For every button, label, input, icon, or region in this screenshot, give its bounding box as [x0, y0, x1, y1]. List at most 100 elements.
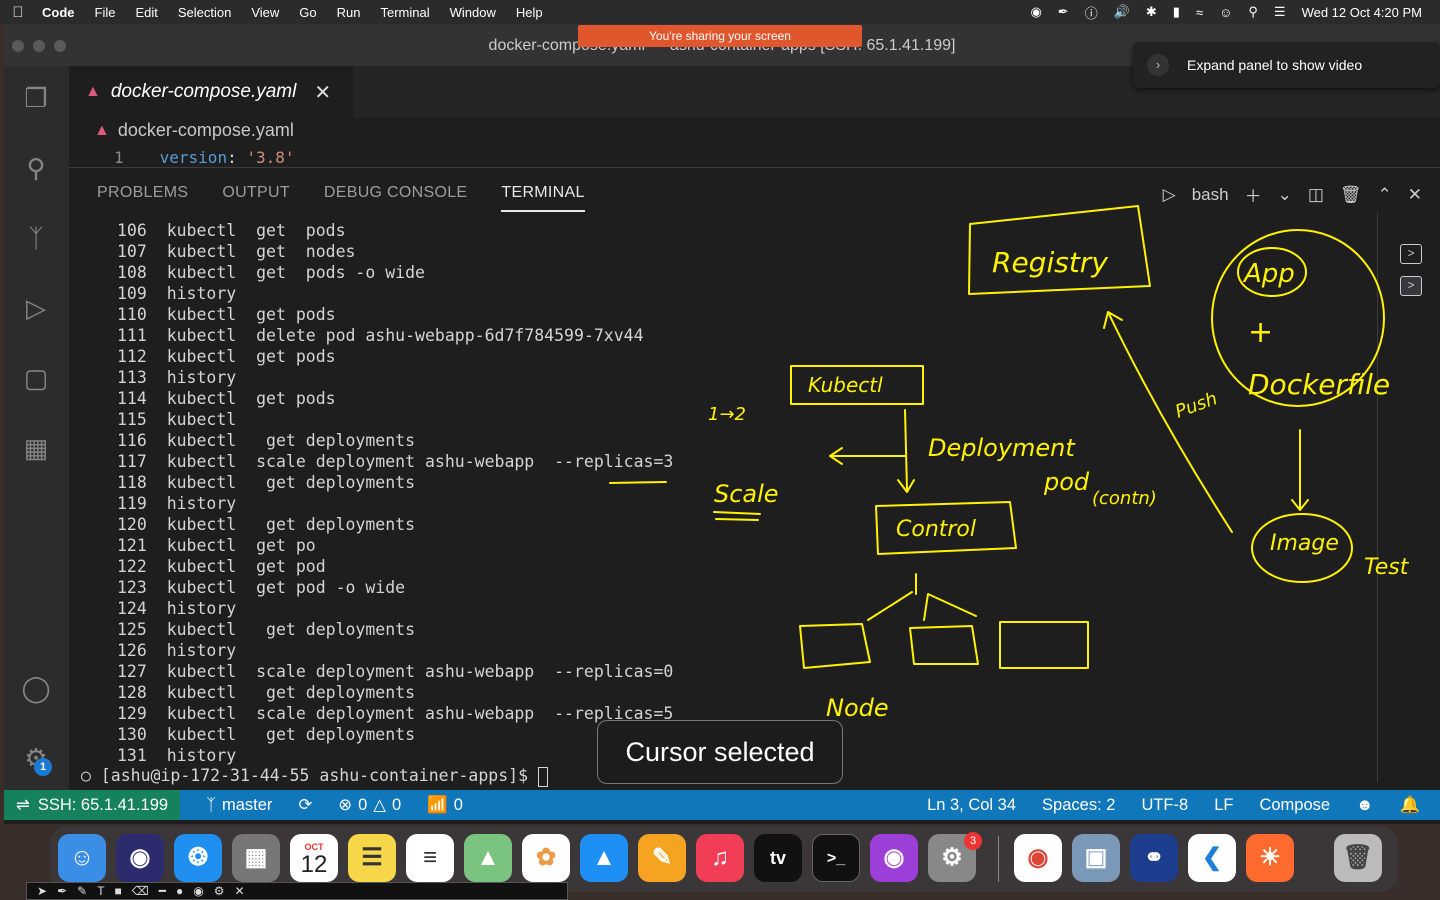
terminal-instance-1[interactable]: >	[1400, 244, 1422, 264]
encoding[interactable]: UTF-8	[1141, 796, 1188, 815]
notifications-bell-icon[interactable]: 🔔	[1399, 796, 1420, 815]
pages-icon[interactable]: ✎	[638, 834, 686, 882]
terminal-output[interactable]: 106 kubectl get pods 107 kubectl get node…	[117, 220, 673, 766]
music-icon[interactable]: ♫	[696, 834, 744, 882]
tab-terminal[interactable]: TERMINAL	[501, 184, 585, 212]
maps-icon[interactable]: ▲	[464, 834, 512, 882]
code-line-1[interactable]: 1 version: '3.8'	[114, 148, 295, 167]
control-center-icon[interactable]: ☰	[1274, 4, 1286, 20]
indentation[interactable]: Spaces: 2	[1042, 796, 1115, 815]
launchpad-icon[interactable]: ▦	[232, 834, 280, 882]
menu-terminal[interactable]: Terminal	[381, 5, 430, 20]
spotlight-icon[interactable]: ⚲	[1248, 4, 1258, 20]
safari-icon[interactable]: ❂	[174, 834, 222, 882]
explorer-icon[interactable]: ❐	[18, 80, 54, 116]
menu-edit[interactable]: Edit	[135, 5, 157, 20]
vscode-dock-icon[interactable]: ❮	[1188, 834, 1236, 882]
pen-icon[interactable]: ✒	[1058, 4, 1069, 20]
firefox-icon[interactable]: ☀	[1246, 834, 1294, 882]
calendar-icon[interactable]: OCT 12	[290, 834, 338, 882]
ports-indicator[interactable]: 📶 0	[427, 796, 463, 815]
terminal-shell-icon[interactable]: ▷	[1163, 185, 1176, 205]
text-tool-icon[interactable]: T	[97, 884, 104, 898]
menu-view[interactable]: View	[251, 5, 279, 20]
pointer-tool-icon[interactable]: ➤	[37, 884, 47, 898]
settings-tool-icon[interactable]: ⚙	[214, 884, 225, 898]
webex-icon[interactable]: ⚭	[1130, 834, 1178, 882]
bluetooth-icon[interactable]: ✱	[1146, 4, 1157, 20]
info-icon[interactable]: ⓘ	[1085, 3, 1098, 22]
search-icon[interactable]: ⚲	[18, 150, 54, 186]
split-terminal-icon[interactable]: ◫	[1308, 185, 1324, 205]
branch-indicator[interactable]: ᛉ master	[206, 796, 272, 815]
chevron-right-icon[interactable]: ›	[1147, 54, 1169, 76]
menu-app[interactable]: Code	[42, 5, 75, 20]
shape-tool-icon[interactable]: ■	[115, 884, 122, 898]
tab-problems[interactable]: PROBLEMS	[97, 184, 188, 212]
close-toolbar-icon[interactable]: ✕	[234, 884, 244, 898]
photos-icon[interactable]: ✿	[522, 834, 570, 882]
menu-help[interactable]: Help	[516, 5, 543, 20]
remote-explorer-icon[interactable]: ▢	[18, 360, 54, 396]
close-tab-icon[interactable]: ✕	[314, 80, 331, 105]
minimap[interactable]	[1309, 148, 1429, 164]
terminal-app-icon[interactable]: >_	[812, 834, 860, 882]
close-panel-icon[interactable]: ✕	[1408, 185, 1422, 205]
screen-share-icon[interactable]: ◉	[1030, 4, 1041, 20]
cursor-position[interactable]: Ln 3, Col 34	[927, 796, 1016, 815]
screen-sharing-banner[interactable]: You're sharing your screen	[578, 25, 862, 47]
wifi-icon[interactable]: ≈	[1196, 5, 1203, 20]
terminal-prompt-line[interactable]: ○ [ashu@ip-172-31-44-55 ashu-container-a…	[81, 766, 548, 787]
sync-button[interactable]: ⟳	[298, 795, 312, 815]
preview-icon[interactable]: ▣	[1072, 834, 1120, 882]
pen-tool-icon[interactable]: ✒	[57, 884, 67, 898]
volume-icon[interactable]: 🔊	[1114, 4, 1130, 20]
zoom-window-button[interactable]	[54, 40, 66, 52]
tab-docker-compose[interactable]: ▲ docker-compose.yaml ✕	[69, 66, 353, 118]
trash-icon[interactable]: 🗑	[1340, 185, 1362, 205]
line-tool-icon[interactable]: ━	[159, 884, 166, 898]
apple-icon[interactable]: 	[0, 4, 36, 21]
siri-icon[interactable]: ◉	[116, 834, 164, 882]
user-icon[interactable]: ☺	[1219, 5, 1232, 20]
run-debug-icon[interactable]: ▷	[18, 290, 54, 326]
keynote-icon[interactable]: ▲	[580, 834, 628, 882]
breadcrumb-file[interactable]: docker-compose.yaml	[118, 120, 294, 141]
trash-dock-icon[interactable]: 🗑	[1334, 834, 1382, 882]
reminders-icon[interactable]: ≡	[406, 834, 454, 882]
chrome-icon[interactable]: ◉	[1014, 834, 1062, 882]
spotlight-tool-icon[interactable]: ◉	[193, 884, 203, 898]
menu-go[interactable]: Go	[299, 5, 316, 20]
tab-debug-console[interactable]: DEBUG CONSOLE	[324, 184, 468, 212]
menubar-clock[interactable]: Wed 12 Oct 4:20 PM	[1302, 5, 1422, 20]
minimize-window-button[interactable]	[33, 40, 45, 52]
battery-icon[interactable]: ▮	[1173, 4, 1180, 20]
remote-indicator[interactable]: ⇌ SSH: 65.1.41.199	[4, 790, 181, 820]
notes-icon[interactable]: ☰	[348, 834, 396, 882]
eraser-tool-icon[interactable]: ⌫	[132, 884, 149, 898]
chevron-down-icon[interactable]: ⌄	[1278, 185, 1292, 205]
breadcrumb[interactable]: ▲ docker-compose.yaml	[94, 120, 294, 141]
apple-tv-icon[interactable]: tv	[754, 834, 802, 882]
feedback-icon[interactable]: ☻	[1356, 796, 1373, 815]
terminal-shell-label[interactable]: bash	[1192, 185, 1229, 205]
podcasts-icon[interactable]: ◉	[870, 834, 918, 882]
close-window-button[interactable]	[12, 40, 24, 52]
maximize-panel-icon[interactable]: ⌃	[1378, 185, 1392, 205]
problems-indicator[interactable]: ⊗ 0 △ 0	[338, 795, 401, 815]
menu-run[interactable]: Run	[337, 5, 361, 20]
finder-icon[interactable]: ☺	[58, 834, 106, 882]
highlighter-tool-icon[interactable]: ✎	[77, 884, 87, 898]
language-mode[interactable]: Compose	[1259, 796, 1330, 815]
tab-output[interactable]: OUTPUT	[222, 184, 290, 212]
expand-video-panel[interactable]: › Expand panel to show video	[1133, 42, 1440, 88]
terminal-instance-2[interactable]: >	[1400, 276, 1422, 296]
new-terminal-icon[interactable]: ＋	[1245, 182, 1262, 207]
end-of-line[interactable]: LF	[1214, 796, 1233, 815]
extensions-icon[interactable]: ▦	[18, 430, 54, 466]
color-tool-icon[interactable]: ●	[176, 884, 183, 898]
menu-window[interactable]: Window	[450, 5, 496, 20]
menu-selection[interactable]: Selection	[178, 5, 231, 20]
accounts-icon[interactable]: ◯	[18, 670, 54, 706]
source-control-icon[interactable]: ᛉ	[18, 220, 54, 256]
